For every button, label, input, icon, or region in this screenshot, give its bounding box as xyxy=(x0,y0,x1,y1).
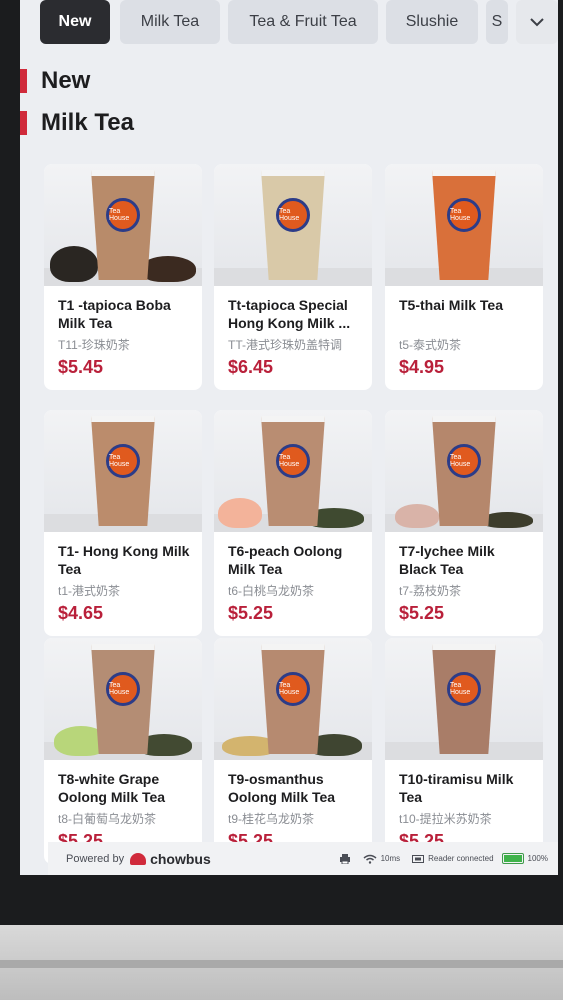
powered-by-label: Powered by xyxy=(66,852,125,865)
product-price: $4.95 xyxy=(399,357,445,377)
product-subtitle: t9-桂花乌龙奶茶 xyxy=(228,812,315,826)
section-label: New xyxy=(41,67,91,94)
product-subtitle: t6-白桃乌龙奶茶 xyxy=(228,584,315,598)
tab-tea-fruit-tea[interactable]: Tea & Fruit Tea xyxy=(228,0,378,44)
product-name: T9-osmanthus Oolong Milk Tea xyxy=(228,771,336,805)
tea-house-logo: Tea House xyxy=(106,444,140,478)
tab-slushie[interactable]: Slushie xyxy=(386,0,478,44)
tea-house-logo: Tea House xyxy=(276,672,310,706)
kiosk-footer: Powered by chowbus 10ms Reader connected… xyxy=(48,842,558,875)
product-image: Tea House xyxy=(385,164,543,286)
product-image: Tea House xyxy=(214,164,372,286)
tea-house-logo: Tea House xyxy=(106,672,140,706)
product-name: T1 -tapioca Boba Milk Tea xyxy=(58,297,171,331)
category-tabs: New Milk Tea Tea & Fruit Tea Slushie S xyxy=(20,0,558,48)
section-title-milk-tea: Milk Tea xyxy=(20,108,134,138)
tab-milk-tea[interactable]: Milk Tea xyxy=(120,0,220,44)
tea-house-logo: Tea House xyxy=(276,444,310,478)
card-reader-icon xyxy=(412,854,425,863)
battery-text: 100% xyxy=(527,854,548,863)
product-card[interactable]: Tea House T1 -tapioca Boba Milk Tea T11-珍珠… xyxy=(44,164,202,390)
product-card[interactable]: Tea House T8-white Grape Oolong Milk Tea t… xyxy=(44,638,202,864)
tea-house-logo: Tea House xyxy=(447,444,481,478)
product-card[interactable]: Tea House T5-thai Milk Tea t5-泰式奶茶 $4.95 xyxy=(385,164,543,390)
tab-new[interactable]: New xyxy=(40,0,110,44)
garnish-pile xyxy=(395,504,439,528)
product-price: $5.25 xyxy=(399,603,445,623)
section-accent-bar xyxy=(20,111,27,135)
product-image: Tea House xyxy=(385,638,543,760)
status-bar: 10ms Reader connected 100% xyxy=(339,842,548,875)
product-subtitle: TT-港式珍珠奶盖特调 xyxy=(228,338,342,352)
tab-partial[interactable]: S xyxy=(486,0,508,44)
product-image: Tea House xyxy=(385,410,543,532)
garnish-pile xyxy=(218,498,262,528)
product-card[interactable]: Tea House T6-peach Oolong Milk Tea t6-白桃乌龙… xyxy=(214,410,372,636)
product-subtitle: t5-泰式奶茶 xyxy=(399,338,462,352)
tea-house-logo: Tea House xyxy=(447,198,481,232)
product-name: T7-lychee Milk Black Tea xyxy=(399,543,495,577)
bezel-slot xyxy=(0,960,563,968)
product-name: T8-white Grape Oolong Milk Tea xyxy=(58,771,166,805)
tea-house-logo: Tea House xyxy=(106,198,140,232)
chowbus-logo-icon xyxy=(130,852,147,865)
product-subtitle: t10-提拉米苏奶茶 xyxy=(399,812,492,826)
chowbus-logo: chowbus xyxy=(130,851,211,867)
product-image: Tea House xyxy=(44,638,202,760)
product-subtitle: t8-白葡萄乌龙奶茶 xyxy=(58,812,157,826)
product-card[interactable]: Tea House T9-osmanthus Oolong Milk Tea t9-… xyxy=(214,638,372,864)
kiosk-screen: New Milk Tea Tea & Fruit Tea Slushie S N… xyxy=(20,0,558,875)
product-image: Tea House xyxy=(44,164,202,286)
wifi-icon xyxy=(363,854,377,864)
product-price: $4.65 xyxy=(58,603,104,623)
product-image: Tea House xyxy=(214,410,372,532)
product-card[interactable]: Tea House Tt-tapioca Special Hong Kong Mi… xyxy=(214,164,372,390)
product-card[interactable]: Tea House T1- Hong Kong Milk Tea t1-港式奶茶 $4… xyxy=(44,410,202,636)
product-price: $5.45 xyxy=(58,357,104,377)
product-name: T6-peach Oolong Milk Tea xyxy=(228,543,343,577)
reader-status-text: Reader connected xyxy=(428,854,494,863)
product-subtitle: T11-珍珠奶茶 xyxy=(58,338,130,352)
kiosk-bezel xyxy=(0,925,563,1000)
product-price: $6.45 xyxy=(228,357,274,377)
product-card[interactable]: Tea House T7-lychee Milk Black Tea t7-荔枝奶茶… xyxy=(385,410,543,636)
latency-text: 10ms xyxy=(380,854,401,863)
tabs-more-button[interactable] xyxy=(516,0,558,44)
printer-icon xyxy=(339,853,350,864)
product-name: T1- Hong Kong Milk Tea xyxy=(58,543,190,577)
battery-icon xyxy=(501,853,524,864)
section-title-new: New xyxy=(20,66,90,96)
chevron-down-icon xyxy=(530,17,544,26)
brand-name: chowbus xyxy=(150,850,211,867)
garnish-pile xyxy=(50,246,98,282)
product-grid: Tea House T1 -tapioca Boba Milk Tea T11-珍珠… xyxy=(44,164,558,864)
product-name: T5-thai Milk Tea xyxy=(399,297,503,313)
tea-house-logo: Tea House xyxy=(276,198,310,232)
section-accent-bar xyxy=(20,69,27,93)
battery-level xyxy=(503,855,522,862)
product-subtitle: t7-荔枝奶茶 xyxy=(399,584,462,598)
product-image: Tea House xyxy=(214,638,372,760)
product-subtitle: t1-港式奶茶 xyxy=(58,584,121,598)
section-label: Milk Tea xyxy=(41,109,134,136)
product-card[interactable]: Tea House T10-tiramisu Milk Tea t10-提拉米苏奶茶… xyxy=(385,638,543,864)
product-name: Tt-tapioca Special Hong Kong Milk ... xyxy=(228,297,351,331)
product-price: $5.25 xyxy=(228,603,274,623)
product-name: T10-tiramisu Milk Tea xyxy=(399,771,514,805)
product-image: Tea House xyxy=(44,410,202,532)
tea-house-logo: Tea House xyxy=(447,672,481,706)
